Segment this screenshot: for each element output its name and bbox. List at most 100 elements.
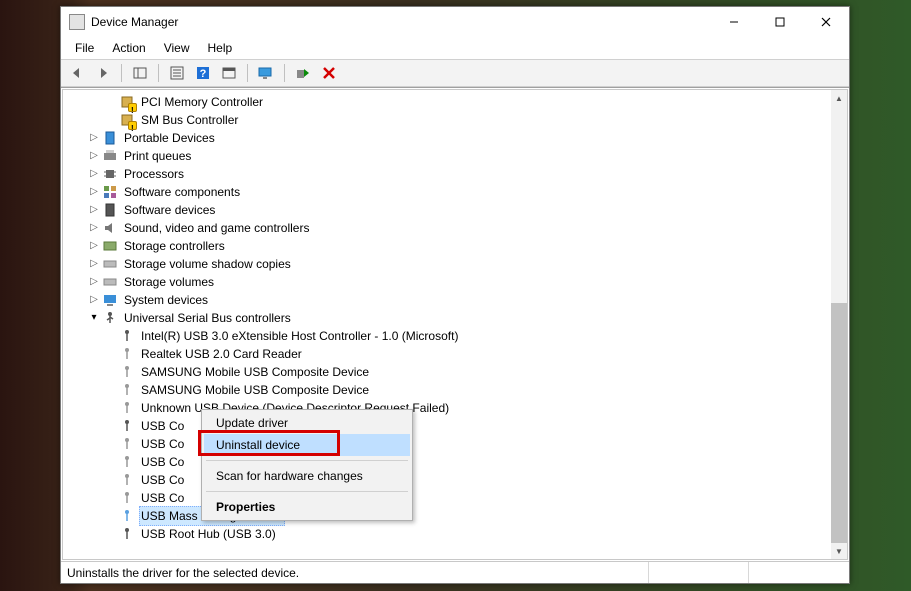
software-device-icon: [102, 202, 118, 218]
ctx-scan-hardware[interactable]: Scan for hardware changes: [204, 465, 410, 487]
expander-collapsed-icon[interactable]: ▷: [87, 185, 101, 199]
close-icon: [821, 17, 831, 27]
node-label: USB Co: [139, 417, 186, 435]
tree-node-processors[interactable]: ▷ Processors: [67, 165, 831, 183]
tree-panel: PCI Memory Controller SM Bus Controller …: [62, 89, 848, 560]
expander-collapsed-icon[interactable]: ▷: [87, 203, 101, 217]
back-button[interactable]: [65, 62, 89, 84]
scroll-down-button[interactable]: ▼: [831, 543, 847, 559]
status-cell-spare1: [649, 562, 749, 583]
arrow-left-icon: [69, 65, 85, 81]
device-manager-window: Device Manager File Action View Help: [60, 6, 850, 584]
tree-node-pci-memory[interactable]: PCI Memory Controller: [67, 93, 831, 111]
tree-node-portable[interactable]: ▷ Portable Devices: [67, 129, 831, 147]
show-hide-icon: [132, 65, 148, 81]
node-label: Storage controllers: [122, 237, 227, 255]
usb-icon: [119, 346, 135, 362]
expander-collapsed-icon[interactable]: ▷: [87, 257, 101, 271]
node-label: USB Co: [139, 471, 186, 489]
arrow-right-icon: [95, 65, 111, 81]
tree-node-usb-root[interactable]: USB Root Hub (USB 3.0): [67, 525, 831, 543]
expander-collapsed-icon[interactable]: ▷: [87, 149, 101, 163]
svg-text:?: ?: [200, 68, 207, 80]
context-menu-separator: [206, 491, 408, 492]
forward-button[interactable]: [91, 62, 115, 84]
tree-node-unknown-usb[interactable]: Unknown USB Device (Device Descriptor Re…: [67, 399, 831, 417]
tree-node-software-components[interactable]: ▷ Software components: [67, 183, 831, 201]
menu-view[interactable]: View: [156, 39, 198, 57]
enable-button[interactable]: [291, 62, 315, 84]
scroll-up-button[interactable]: ▲: [831, 90, 847, 106]
enable-icon: [295, 65, 311, 81]
help-button[interactable]: ?: [191, 62, 215, 84]
tree-node-realtek[interactable]: Realtek USB 2.0 Card Reader: [67, 345, 831, 363]
tree-node-intel-usb3[interactable]: Intel(R) USB 3.0 eXtensible Host Control…: [67, 327, 831, 345]
window-buttons: [711, 7, 849, 37]
tree-node-usb-co2[interactable]: USB Co: [67, 435, 831, 453]
computer-icon: [102, 292, 118, 308]
ctx-properties[interactable]: Properties: [204, 496, 410, 518]
tree-node-samsung1[interactable]: SAMSUNG Mobile USB Composite Device: [67, 363, 831, 381]
tree-node-storage-shadow[interactable]: ▷ Storage volume shadow copies: [67, 255, 831, 273]
menu-action[interactable]: Action: [104, 39, 153, 57]
usb-icon: [119, 400, 135, 416]
node-label: USB Co: [139, 453, 186, 471]
tree-node-usb-mass-storage[interactable]: USB Mass Storage Device: [67, 507, 831, 525]
show-hide-button[interactable]: [128, 62, 152, 84]
tree-node-usb-co4[interactable]: USB Co: [67, 471, 831, 489]
expander-collapsed-icon[interactable]: ▷: [87, 293, 101, 307]
expander-collapsed-icon[interactable]: ▷: [87, 131, 101, 145]
tree-node-samsung2[interactable]: SAMSUNG Mobile USB Composite Device: [67, 381, 831, 399]
node-label: Universal Serial Bus controllers: [122, 309, 293, 327]
toolbar-separator: [247, 64, 248, 82]
tree-node-software-devices[interactable]: ▷ Software devices: [67, 201, 831, 219]
tree-node-usb-controllers[interactable]: ▾ Universal Serial Bus controllers: [67, 309, 831, 327]
menu-help[interactable]: Help: [200, 39, 241, 57]
body-area: PCI Memory Controller SM Bus Controller …: [61, 87, 849, 561]
tree-node-sound[interactable]: ▷ Sound, video and game controllers: [67, 219, 831, 237]
properties-button[interactable]: [165, 62, 189, 84]
tree-node-storage-controllers[interactable]: ▷ Storage controllers: [67, 237, 831, 255]
statusbar: Uninstalls the driver for the selected d…: [61, 561, 849, 583]
device-tree[interactable]: PCI Memory Controller SM Bus Controller …: [63, 90, 831, 559]
toolbar: ?: [61, 60, 849, 86]
maximize-icon: [775, 17, 785, 27]
node-label: SAMSUNG Mobile USB Composite Device: [139, 381, 371, 399]
expander-collapsed-icon[interactable]: ▷: [87, 221, 101, 235]
usb-icon: [119, 418, 135, 434]
menu-file[interactable]: File: [67, 39, 102, 57]
scroll-thumb[interactable]: [831, 303, 847, 543]
drive-icon: [102, 274, 118, 290]
node-label: Software components: [122, 183, 242, 201]
usb-icon: [119, 526, 135, 542]
tree-node-usb-co5[interactable]: USB Co: [67, 489, 831, 507]
cpu-icon: [102, 166, 118, 182]
scroll-track[interactable]: [831, 106, 847, 543]
tree-node-usb-co3[interactable]: USB Co: [67, 453, 831, 471]
tree-node-sm-bus[interactable]: SM Bus Controller: [67, 111, 831, 129]
action-icon: [221, 65, 237, 81]
scan-button[interactable]: [254, 62, 278, 84]
expander-expanded-icon[interactable]: ▾: [87, 311, 101, 325]
titlebar: Device Manager: [61, 7, 849, 37]
expander-collapsed-icon[interactable]: ▷: [87, 275, 101, 289]
minimize-button[interactable]: [711, 7, 757, 37]
chip-icon: [119, 112, 135, 128]
usb-icon: [119, 382, 135, 398]
action-button[interactable]: [217, 62, 241, 84]
tree-node-print[interactable]: ▷ Print queues: [67, 147, 831, 165]
node-label: Intel(R) USB 3.0 eXtensible Host Control…: [139, 327, 460, 345]
expander-collapsed-icon[interactable]: ▷: [87, 239, 101, 253]
ctx-uninstall-device[interactable]: Uninstall device: [204, 434, 410, 456]
vertical-scrollbar[interactable]: ▲ ▼: [831, 90, 847, 559]
tree-node-storage-volumes[interactable]: ▷ Storage volumes: [67, 273, 831, 291]
close-button[interactable]: [803, 7, 849, 37]
tree-node-usb-co1[interactable]: USB Co: [67, 417, 831, 435]
tree-node-system-devices[interactable]: ▷ System devices: [67, 291, 831, 309]
ctx-update-driver[interactable]: Update driver: [204, 412, 410, 434]
maximize-button[interactable]: [757, 7, 803, 37]
storage-controller-icon: [102, 238, 118, 254]
node-label: System devices: [122, 291, 210, 309]
uninstall-button[interactable]: [317, 62, 341, 84]
expander-collapsed-icon[interactable]: ▷: [87, 167, 101, 181]
